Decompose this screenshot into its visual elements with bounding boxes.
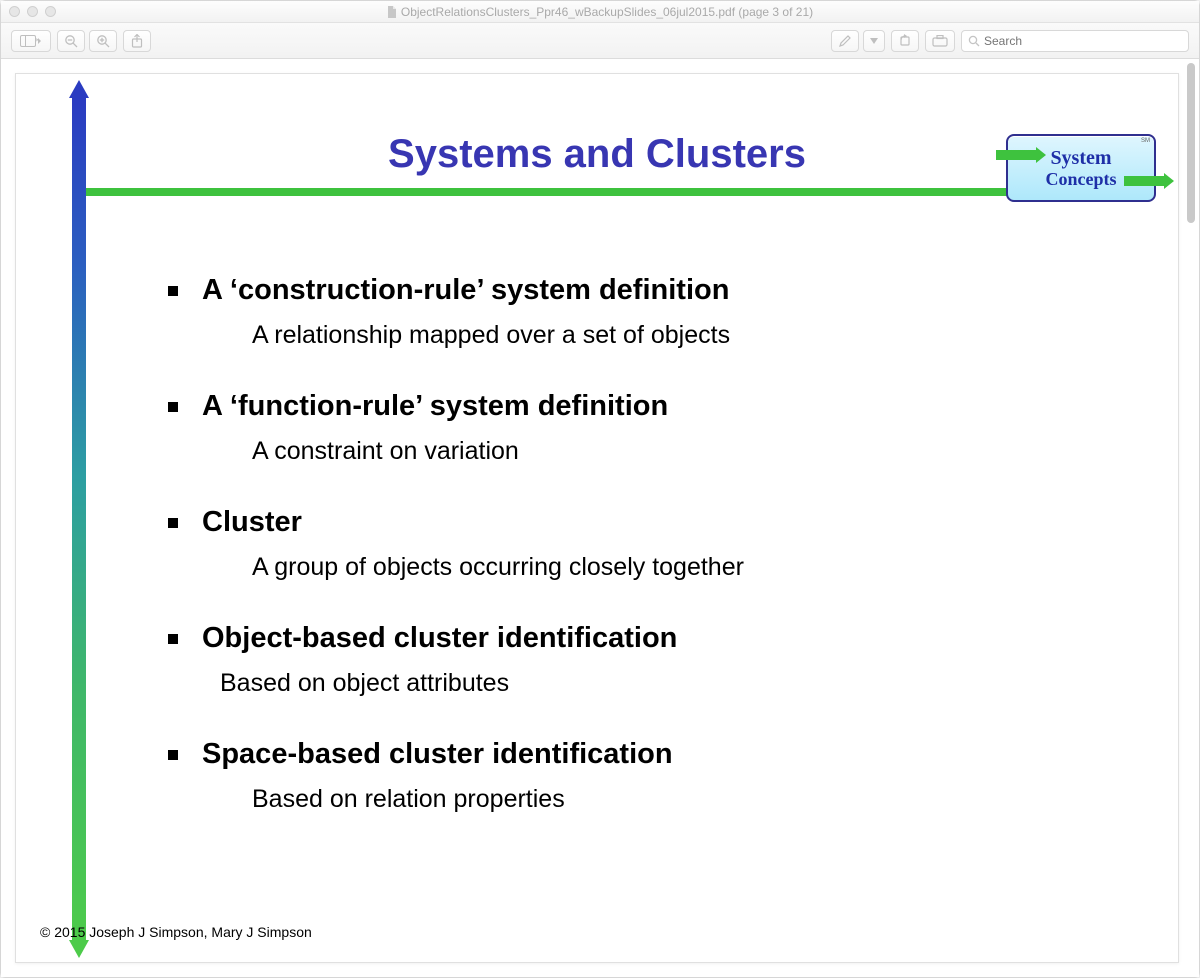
document-viewport[interactable]: Systems and Clusters SM System Concepts … xyxy=(1,59,1199,977)
scrollbar-thumb[interactable] xyxy=(1187,63,1195,223)
zoom-out-button[interactable] xyxy=(57,30,85,52)
item-sub: A relationship mapped over a set of obje… xyxy=(252,321,1098,350)
list-item: Object-based cluster identification Base… xyxy=(168,622,1098,698)
pdf-page: Systems and Clusters SM System Concepts … xyxy=(15,73,1179,963)
list-item: A ‘function-rule’ system definition A co… xyxy=(168,390,1098,466)
system-concepts-logo: SM System Concepts xyxy=(1006,134,1156,202)
bullet-icon xyxy=(168,518,178,528)
share-button[interactable] xyxy=(123,30,151,52)
minimize-window-button[interactable] xyxy=(27,6,38,17)
logo-line-2: Concepts xyxy=(1046,170,1117,188)
window-controls xyxy=(9,6,56,17)
item-heading: Object-based cluster identification xyxy=(202,622,677,655)
bullet-icon xyxy=(168,286,178,296)
bullet-icon xyxy=(168,750,178,760)
sidebar-toggle-button[interactable] xyxy=(11,30,51,52)
toolbar xyxy=(1,23,1199,59)
item-heading: A ‘function-rule’ system definition xyxy=(202,390,668,423)
logo-line-1: System xyxy=(1050,148,1111,168)
item-sub: A constraint on variation xyxy=(252,437,1098,466)
sidebar-controls xyxy=(11,30,51,52)
zoom-in-button[interactable] xyxy=(89,30,117,52)
list-item: Cluster A group of objects occurring clo… xyxy=(168,506,1098,582)
annotate-controls xyxy=(831,30,885,52)
title-underline xyxy=(86,188,1136,196)
bullet-icon xyxy=(168,402,178,412)
search-icon xyxy=(968,35,980,47)
logo-arrow-right xyxy=(1124,176,1166,186)
titlebar: ObjectRelationsClusters_Ppr46_wBackupSli… xyxy=(1,1,1199,23)
zoom-window-button[interactable] xyxy=(45,6,56,17)
pdf-viewer-window: ObjectRelationsClusters_Ppr46_wBackupSli… xyxy=(0,0,1200,978)
markup-menu-button[interactable] xyxy=(863,30,885,52)
item-heading: Cluster xyxy=(202,506,302,539)
item-sub: Based on object attributes xyxy=(220,669,1098,698)
slide-body: A ‘construction-rule’ system definition … xyxy=(168,274,1098,814)
list-item: A ‘construction-rule’ system definition … xyxy=(168,274,1098,350)
search-input[interactable] xyxy=(984,34,1182,48)
item-sub: A group of objects occurring closely tog… xyxy=(252,553,1098,582)
slide: Systems and Clusters SM System Concepts … xyxy=(16,74,1178,962)
item-sub: Based on relation properties xyxy=(252,785,1098,814)
bullet-icon xyxy=(168,634,178,644)
item-heading: Space-based cluster identification xyxy=(202,738,673,771)
vertical-scrollbar[interactable] xyxy=(1185,61,1197,975)
logo-arrow-left xyxy=(996,150,1038,160)
copyright-line: © 2015 Joseph J Simpson, Mary J Simpson xyxy=(40,924,312,940)
share-controls xyxy=(123,30,151,52)
markup-button[interactable] xyxy=(831,30,859,52)
window-title-text: ObjectRelationsClusters_Ppr46_wBackupSli… xyxy=(401,5,813,19)
close-window-button[interactable] xyxy=(9,6,20,17)
vertical-gradient-arrow xyxy=(72,98,86,940)
rotate-button[interactable] xyxy=(891,30,919,52)
document-icon xyxy=(387,6,397,18)
list-item: Space-based cluster identification Based… xyxy=(168,738,1098,814)
logo-service-mark: SM xyxy=(1141,138,1150,144)
search-field[interactable] xyxy=(961,30,1189,52)
zoom-controls xyxy=(57,30,117,52)
highlight-button[interactable] xyxy=(925,30,955,52)
item-heading: A ‘construction-rule’ system definition xyxy=(202,274,729,307)
window-title: ObjectRelationsClusters_Ppr46_wBackupSli… xyxy=(1,5,1199,19)
